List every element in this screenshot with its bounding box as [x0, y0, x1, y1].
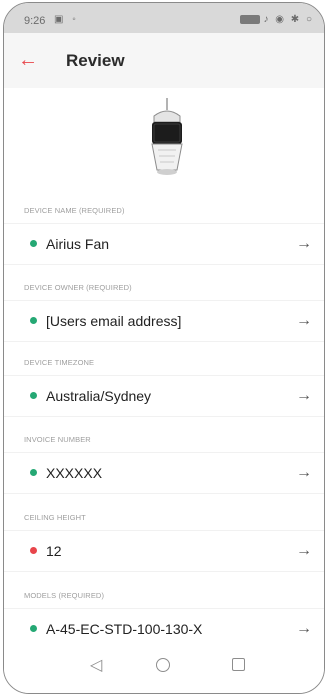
- fan-device-image: [151, 98, 183, 175]
- status-dot-ok: [30, 625, 37, 632]
- status-dot-error: [30, 547, 37, 554]
- field-label: CEILING HEIGHT: [24, 513, 86, 522]
- status-dot-ok: [30, 240, 37, 247]
- arrow-right-icon[interactable]: →: [296, 464, 312, 482]
- field-label: DEVICE TIMEZONE: [24, 358, 95, 367]
- field-row[interactable]: Australia/Sydney →: [4, 375, 324, 417]
- field-row[interactable]: Airius Fan →: [4, 223, 324, 265]
- page-title: Review: [66, 51, 125, 70]
- device-owner-field[interactable]: DEVICE OWNER (REQUIRED) [Users email add…: [4, 283, 324, 349]
- device-timezone-field[interactable]: DEVICE TIMEZONE Australia/Sydney →: [4, 358, 324, 424]
- arrow-right-icon[interactable]: →: [296, 312, 312, 330]
- field-label: DEVICE OWNER (REQUIRED): [24, 283, 132, 292]
- back-arrow-icon[interactable]: ←: [18, 50, 38, 70]
- field-value: [Users email address]: [46, 313, 182, 329]
- device-name-field[interactable]: DEVICE NAME (REQUIRED) Airius Fan →: [4, 206, 324, 272]
- field-value: A-45-EC-STD-100-130-X: [46, 621, 203, 637]
- notification-icons: ▣ ◦: [54, 14, 79, 25]
- system-icons: ♪ ◉ ✱ ○: [239, 14, 314, 25]
- field-value: 12: [46, 543, 62, 559]
- field-label: INVOICE NUMBER: [24, 435, 91, 444]
- arrow-right-icon[interactable]: →: [296, 620, 312, 638]
- field-row[interactable]: XXXXXX →: [4, 452, 324, 494]
- phone-frame: 9:26 ▣ ◦ ♪ ◉ ✱ ○ ← Review DEVICE NAME (R…: [3, 2, 325, 694]
- circle-home-icon[interactable]: [156, 658, 170, 672]
- status-dot-ok: [30, 469, 37, 476]
- field-row[interactable]: [Users email address] →: [4, 300, 324, 342]
- status-dot-ok: [30, 392, 37, 399]
- battery-icon: [239, 14, 260, 24]
- system-nav-bar: ◁: [4, 641, 324, 693]
- app-bar: ← Review: [4, 33, 324, 88]
- system-status-icons: ♪ ◉ ✱ ○: [263, 14, 314, 25]
- arrow-right-icon[interactable]: →: [296, 235, 312, 253]
- status-time: 9:26: [24, 15, 46, 27]
- triangle-back-icon[interactable]: ◁: [90, 655, 102, 675]
- field-label: DEVICE NAME (REQUIRED): [24, 206, 125, 215]
- field-row[interactable]: 12 →: [4, 530, 324, 572]
- invoice-number-field[interactable]: INVOICE NUMBER XXXXXX →: [4, 435, 324, 501]
- arrow-right-icon[interactable]: →: [296, 387, 312, 405]
- square-recents-icon[interactable]: [232, 658, 245, 671]
- ceiling-height-field[interactable]: CEILING HEIGHT 12 →: [4, 513, 324, 579]
- field-value: XXXXXX: [46, 465, 103, 481]
- field-label: MODELS (REQUIRED): [24, 591, 105, 600]
- status-bar: 9:26 ▣ ◦ ♪ ◉ ✱ ○: [4, 3, 324, 33]
- arrow-right-icon[interactable]: →: [296, 542, 312, 560]
- field-value: Australia/Sydney: [46, 388, 152, 404]
- field-value: Airius Fan: [46, 236, 110, 252]
- status-dot-ok: [30, 317, 37, 324]
